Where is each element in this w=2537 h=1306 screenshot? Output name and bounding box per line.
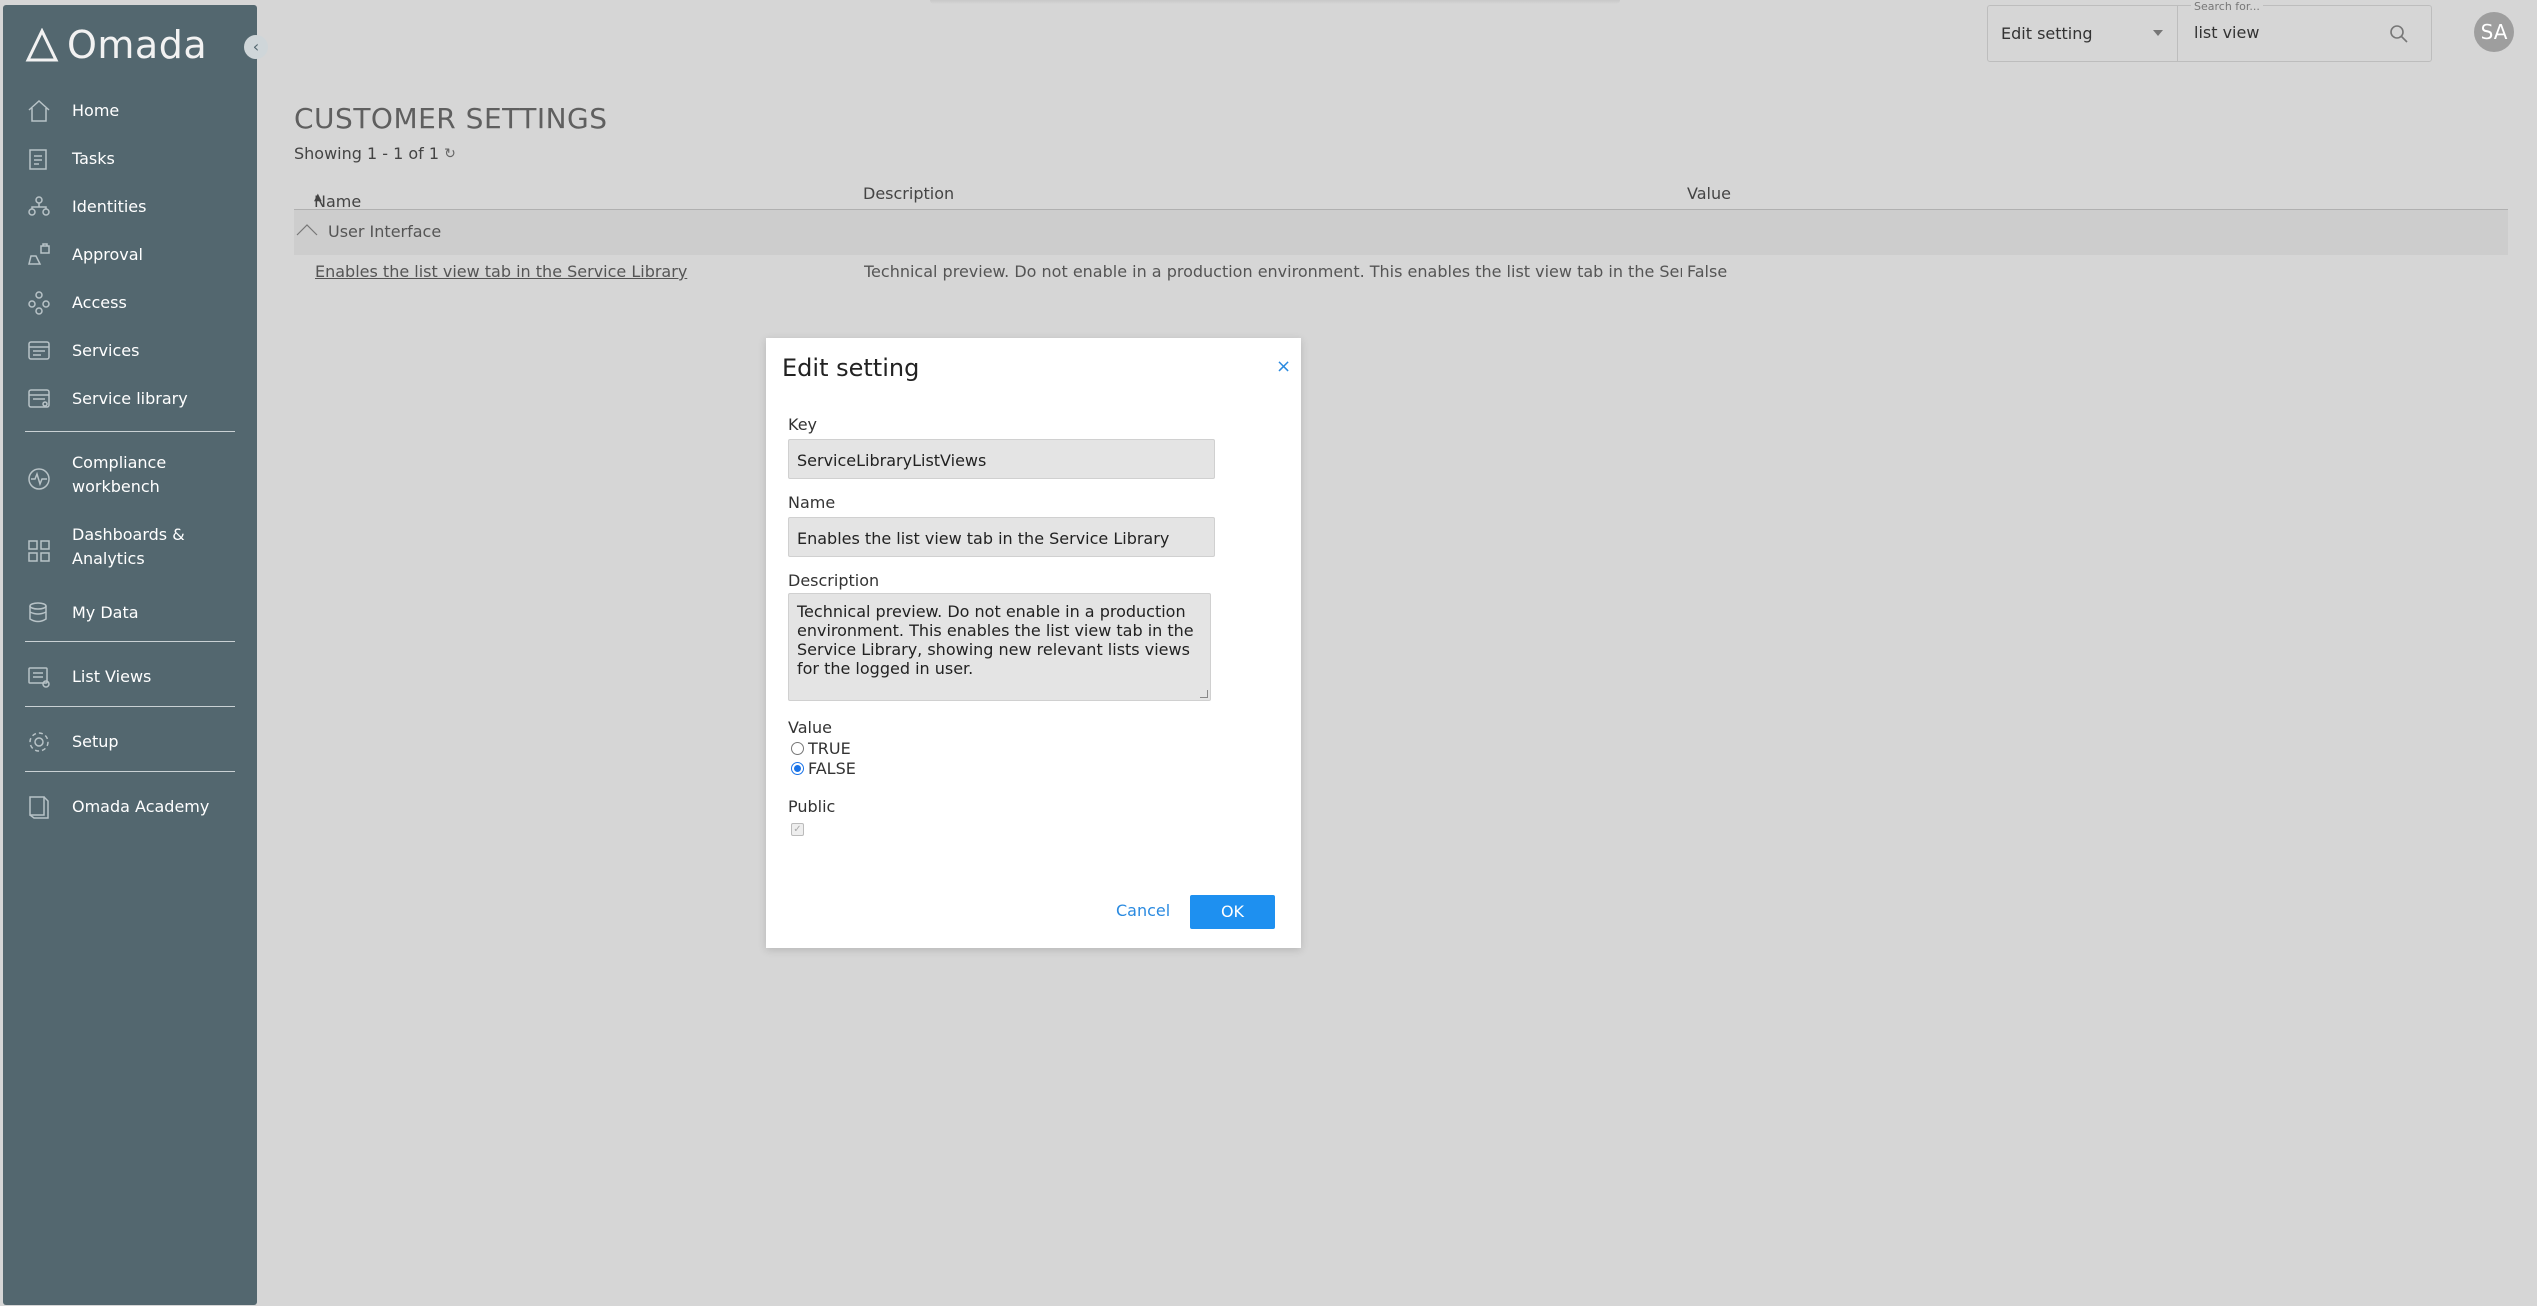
key-field[interactable]: ServiceLibraryListViews	[788, 439, 1215, 479]
cancel-button[interactable]: Cancel	[1116, 901, 1170, 920]
sidebar-item-my-data[interactable]: My Data	[3, 589, 257, 637]
nav-divider	[25, 706, 235, 707]
nav-divider	[25, 771, 235, 772]
option-true-label: TRUE	[808, 739, 851, 758]
value-label: Value	[788, 718, 832, 737]
result-count: Showing 1 - 1 of 1 ↻	[294, 144, 456, 163]
search-legend: Search for...	[2191, 0, 2263, 13]
access-icon	[25, 289, 53, 317]
identities-icon	[25, 193, 53, 221]
dialog-title: Edit setting	[782, 354, 920, 382]
description-field[interactable]: Technical preview. Do not enable in a pr…	[788, 593, 1211, 701]
sidebar-item-label: Services	[72, 341, 140, 360]
logo-text: Omada	[67, 23, 208, 67]
approval-icon	[25, 241, 53, 269]
sidebar-item-label: List Views	[72, 667, 152, 686]
public-label: Public	[788, 797, 836, 816]
search-scope-value: Edit setting	[2001, 24, 2093, 43]
public-checkbox: ✓	[791, 823, 804, 836]
search-icon[interactable]	[2389, 24, 2409, 44]
sidebar-item-label: Identities	[72, 197, 147, 216]
sidebar-item-tasks[interactable]: Tasks	[3, 135, 257, 183]
showing-text: Showing 1 - 1 of 1	[294, 144, 440, 163]
value-option-false[interactable]: FALSE	[791, 759, 856, 778]
refresh-icon[interactable]: ↻	[444, 146, 456, 162]
service-library-icon	[25, 385, 53, 413]
radio-false[interactable]	[791, 762, 804, 775]
column-header-description[interactable]: Description	[863, 184, 954, 203]
sidebar-item-approval[interactable]: Approval	[3, 231, 257, 279]
nav-divider	[25, 641, 235, 642]
setting-description: Technical preview. Do not enable in a pr…	[864, 262, 1682, 281]
sidebar-item-label: Omada Academy	[72, 797, 210, 816]
sidebar-item-label: Access	[72, 293, 127, 312]
sidebar-item-list-views[interactable]: List Views	[3, 653, 257, 701]
sidebar-item-setup[interactable]: Setup	[3, 718, 257, 766]
description-label: Description	[788, 571, 880, 590]
description-text: Technical preview. Do not enable in a pr…	[797, 602, 1194, 678]
setting-value: False	[1687, 262, 1728, 281]
sidebar-item-access[interactable]: Access	[3, 279, 257, 327]
sidebar-item-label: Dashboards & Analytics	[72, 525, 185, 568]
settings-table: Name ▲ Description Value User Interface E…	[294, 176, 2508, 291]
column-header-value[interactable]: Value	[1687, 184, 1731, 203]
sidebar-item-identities[interactable]: Identities	[3, 183, 257, 231]
group-row-user-interface[interactable]: User Interface	[294, 210, 2508, 255]
dashboards-icon	[25, 537, 53, 565]
omada-logo[interactable]: Omada	[25, 19, 207, 71]
services-icon	[25, 337, 53, 365]
close-icon[interactable]: ×	[1276, 356, 1291, 377]
omada-logo-mark	[25, 28, 59, 62]
sidebar-item-label: Approval	[72, 245, 143, 264]
sidebar-item-label: Service library	[72, 389, 188, 408]
avatar[interactable]: SA	[2474, 12, 2514, 52]
group-label: User Interface	[328, 222, 442, 241]
resize-handle[interactable]	[1200, 690, 1208, 698]
sidebar-item-compliance-workbench[interactable]: Compliance workbench	[3, 449, 257, 509]
option-false-label: FALSE	[808, 759, 856, 778]
nav-divider	[25, 431, 235, 432]
key-label: Key	[788, 415, 818, 434]
sidebar-item-label: My Data	[72, 603, 139, 622]
sidebar-item-label: Setup	[72, 732, 119, 751]
home-icon	[25, 97, 53, 125]
my-data-icon	[25, 599, 53, 627]
list-views-icon	[25, 663, 53, 691]
compliance-icon	[25, 465, 53, 493]
setting-name-link[interactable]: Enables the list view tab in the Service…	[315, 262, 687, 281]
table-header: Name ▲ Description Value	[294, 176, 2508, 211]
sidebar-item-omada-academy[interactable]: Omada Academy	[3, 783, 257, 831]
sidebar-item-service-library[interactable]: Service library	[3, 375, 257, 423]
tasks-icon	[25, 145, 53, 173]
radio-true[interactable]	[791, 742, 804, 755]
academy-icon	[25, 793, 53, 821]
ok-button[interactable]: OK	[1190, 895, 1275, 929]
table-row[interactable]: Enables the list view tab in the Service…	[294, 255, 2508, 291]
sidebar-item-label: Tasks	[72, 149, 115, 168]
name-label: Name	[788, 493, 836, 512]
topbar-handle	[930, 0, 1620, 4]
sidebar-item-label: Compliance workbench	[72, 453, 167, 496]
sidebar-item-services[interactable]: Services	[3, 327, 257, 375]
global-search: Edit setting Search for...	[1987, 0, 2432, 62]
collapse-sidebar-button[interactable]: ‹	[244, 35, 268, 59]
name-field[interactable]: Enables the list view tab in the Service…	[788, 517, 1215, 557]
search-input[interactable]	[2194, 23, 2384, 42]
sidebar-item-label: Home	[72, 101, 120, 120]
sidebar: Omada ‹ Home Tasks Identities Approval A…	[3, 5, 268, 1305]
gear-icon	[25, 728, 53, 756]
page-title: CUSTOMER SETTINGS	[294, 102, 608, 135]
chevron-up-icon[interactable]	[296, 224, 318, 236]
sort-ascending-icon: ▲	[314, 192, 322, 203]
sidebar-item-home[interactable]: Home	[3, 87, 257, 135]
value-option-true[interactable]: TRUE	[791, 739, 851, 758]
sidebar-item-dashboards-analytics[interactable]: Dashboards & Analytics	[3, 521, 257, 581]
chevron-down-icon	[2153, 30, 2163, 36]
edit-setting-dialog: Edit setting × Key ServiceLibraryListVie…	[766, 338, 1301, 948]
search-scope-select[interactable]: Edit setting	[1988, 6, 2178, 61]
